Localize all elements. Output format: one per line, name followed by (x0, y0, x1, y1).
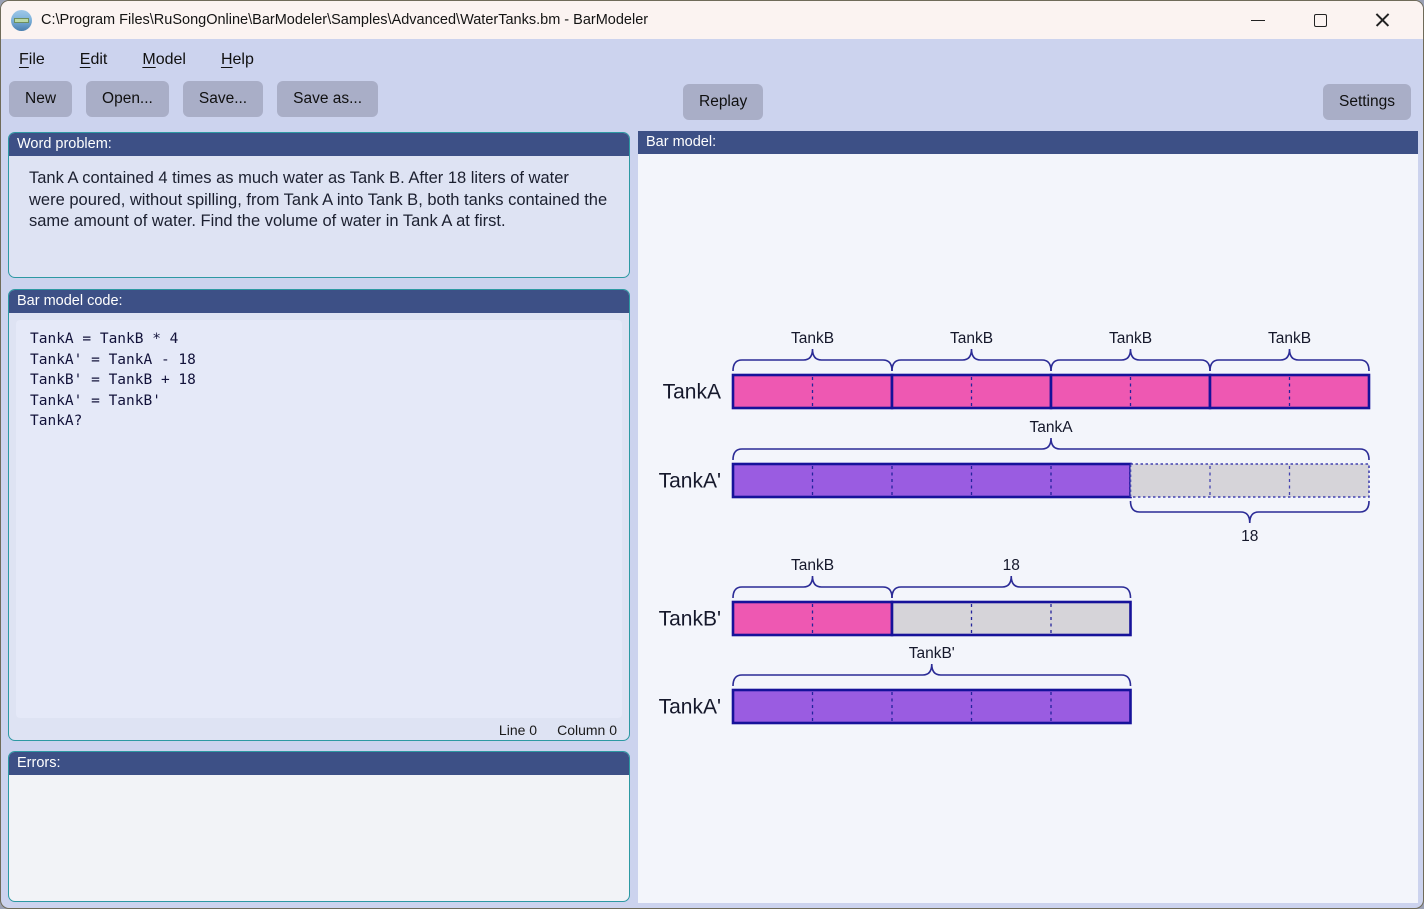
brace (1210, 349, 1369, 371)
code-line: TankA' = TankA - 18 (30, 350, 608, 371)
titlebar: C:\Program Files\RuSongOnline\BarModeler… (1, 1, 1423, 39)
word-problem-header: Word problem: (9, 133, 629, 156)
new-button[interactable]: New (9, 81, 72, 117)
minimize-icon (1251, 20, 1265, 21)
brace-label: 18 (1241, 528, 1258, 545)
bar-segment-gray (892, 602, 1131, 635)
word-problem-panel: Word problem: Tank A contained 4 times a… (8, 132, 630, 278)
bar-model-panel: Bar model: TankATankBTankBTankBTankBTank… (638, 131, 1418, 903)
window-title: C:\Program Files\RuSongOnline\BarModeler… (41, 12, 648, 28)
brace-label: TankB (1268, 330, 1311, 347)
brace-label: TankB (791, 557, 834, 574)
bar-model-canvas: TankA TankB TankB TankB TankB TankA' TankA 18 Ta… (638, 154, 1418, 903)
brace-label: TankB (950, 330, 993, 347)
bar-row-label: TankB' (659, 608, 721, 631)
brace-label: TankB (1109, 330, 1152, 347)
code-line: TankA' = TankB' (30, 391, 608, 412)
close-button[interactable] (1351, 3, 1413, 37)
settings-button[interactable]: Settings (1323, 84, 1411, 120)
save-button[interactable]: Save... (183, 81, 263, 117)
brace (1131, 501, 1370, 523)
open-button[interactable]: Open... (86, 81, 169, 117)
brace-label: 18 (1003, 557, 1020, 574)
menubar: File Edit Model Help (1, 39, 1423, 81)
file-buttons-group: New Open... Save... Save as... (9, 81, 378, 117)
app-logo-icon (11, 10, 32, 31)
brace (733, 438, 1369, 460)
brace (1051, 349, 1210, 371)
code-editor[interactable]: TankA = TankB * 4TankA' = TankA - 18Tank… (16, 320, 622, 718)
errors-header: Errors: (9, 752, 629, 775)
column-indicator: Column 0 (557, 722, 617, 738)
errors-panel: Errors: (8, 751, 630, 902)
app-window: C:\Program Files\RuSongOnline\BarModeler… (0, 0, 1424, 909)
brace-label: TankB (791, 330, 834, 347)
maximize-icon (1314, 14, 1327, 27)
code-line: TankA? (30, 411, 608, 432)
brace (892, 349, 1051, 371)
maximize-button[interactable] (1289, 3, 1351, 37)
brace (733, 349, 892, 371)
brace-label: TankB' (909, 645, 955, 662)
bar-row-label: TankA (663, 381, 721, 404)
word-problem-text[interactable]: Tank A contained 4 times as much water a… (9, 156, 629, 233)
replay-button[interactable]: Replay (683, 84, 763, 120)
menu-file[interactable]: File (17, 49, 47, 71)
brace-label: TankA (1029, 419, 1073, 436)
minimize-button[interactable] (1227, 3, 1289, 37)
bar-segment-purple (733, 690, 1131, 723)
code-panel-header: Bar model code: (9, 290, 629, 313)
close-icon (1375, 13, 1390, 28)
brace (733, 664, 1131, 686)
code-line: TankA = TankB * 4 (30, 329, 608, 350)
bar-row-label: TankA' (659, 470, 721, 493)
brace (892, 576, 1131, 598)
save-as-button[interactable]: Save as... (277, 81, 378, 117)
toolbar: New Open... Save... Save as... Replay Setti… (1, 81, 1423, 126)
code-line: TankB' = TankB + 18 (30, 370, 608, 391)
line-indicator: Line 0 (499, 722, 537, 738)
bar-model-code-panel: Bar model code: TankA = TankB * 4TankA' … (8, 289, 630, 741)
menu-help[interactable]: Help (219, 49, 256, 71)
bar-row-label: TankA' (659, 696, 721, 719)
menu-edit[interactable]: Edit (78, 49, 110, 71)
window-controls (1227, 3, 1413, 37)
bar-segment-purple (733, 464, 1131, 497)
bar-model-header: Bar model: (638, 131, 1418, 154)
bar-segment-gray (1131, 464, 1370, 497)
brace (733, 576, 892, 598)
menu-model[interactable]: Model (140, 49, 188, 71)
code-status-bar: Line 0 Column 0 (499, 722, 617, 738)
